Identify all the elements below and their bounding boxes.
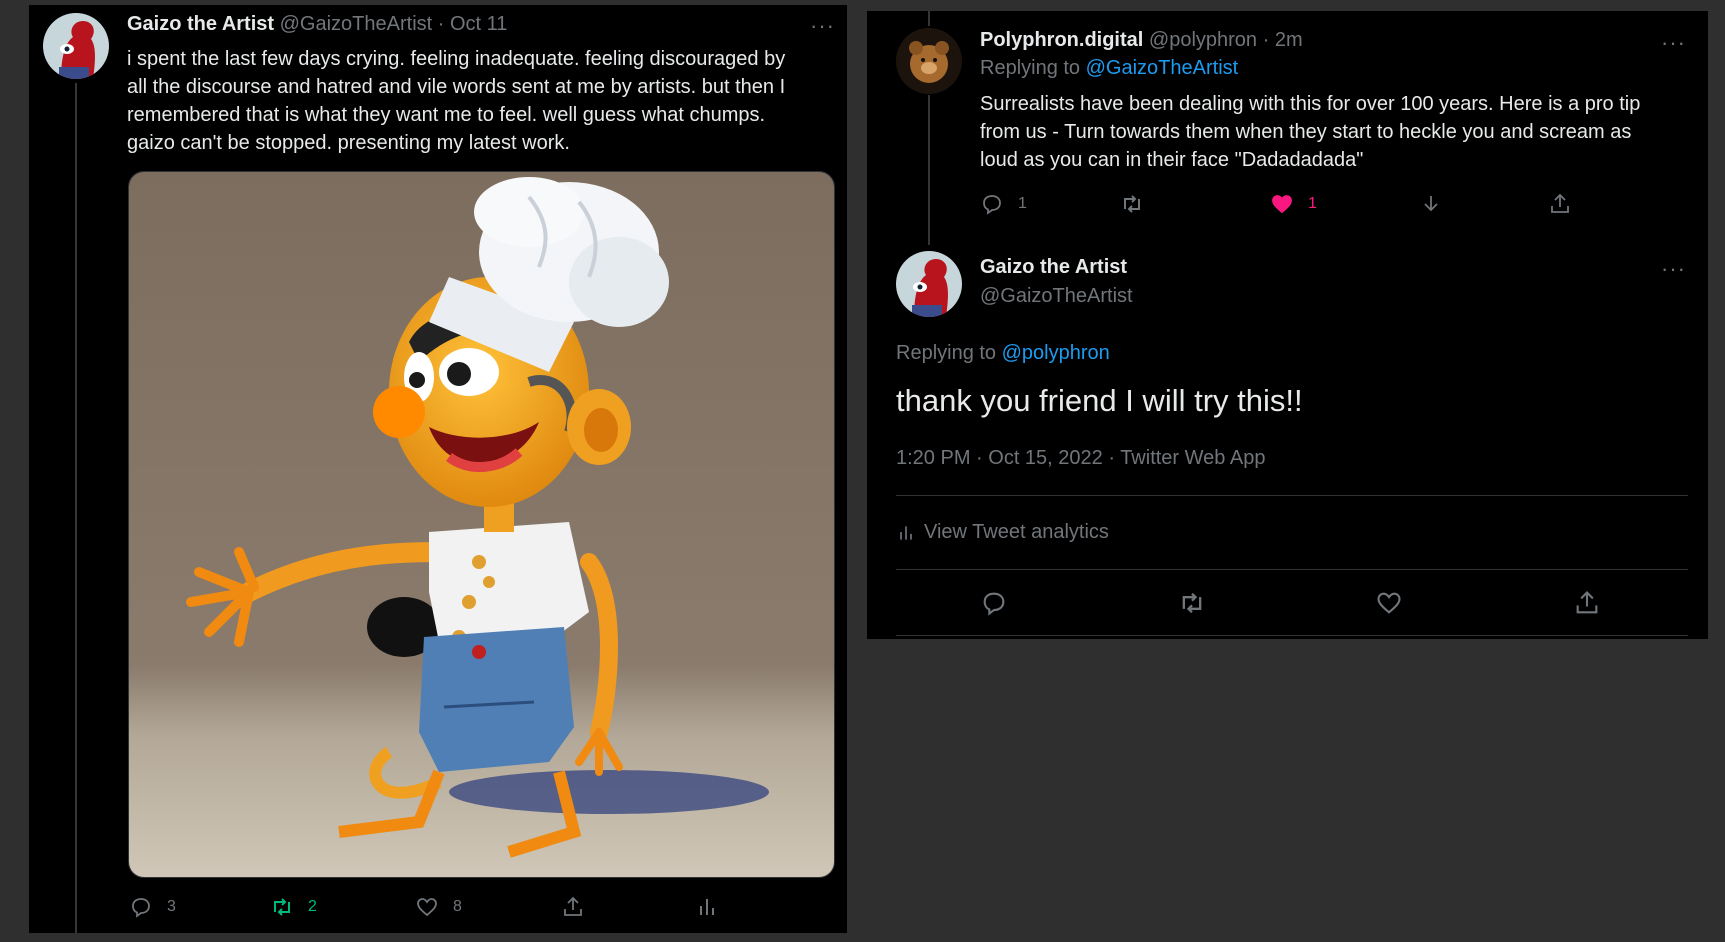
- share-icon: [1551, 193, 1569, 213]
- share-button[interactable]: [561, 895, 585, 919]
- reply-button[interactable]: 3: [129, 895, 176, 919]
- tweet-time[interactable]: · Oct 11: [438, 13, 508, 35]
- tweet-header: Polyphron.digital @polyphron · 2m: [980, 29, 1303, 52]
- author-handle-line: @GaizoTheArtist: [980, 285, 1133, 308]
- reply-button[interactable]: [980, 589, 1008, 617]
- more-icon[interactable]: ···: [1661, 32, 1686, 54]
- share-button[interactable]: [1573, 589, 1601, 617]
- author-handle[interactable]: @GaizoTheArtist: [980, 285, 1133, 307]
- replying-to-link[interactable]: @polyphron: [1002, 342, 1110, 364]
- tweet-image[interactable]: [128, 171, 835, 878]
- replying-prefix: Replying to: [980, 57, 1081, 79]
- author-handle[interactable]: @GaizoTheArtist: [280, 13, 433, 35]
- retweet-count: 2: [308, 898, 317, 915]
- retweet-button[interactable]: [1120, 192, 1144, 216]
- heart-icon: [1272, 195, 1292, 214]
- tweet-timestamp: 1:20 PM · Oct 15, 2022 · Twitter Web App: [896, 447, 1265, 470]
- tweet-header: Gaizo the Artist @GaizoTheArtist · Oct 1…: [127, 13, 507, 36]
- timestamp-text[interactable]: 1:20 PM · Oct 15, 2022 · Twitter Web App: [896, 447, 1265, 469]
- author-name[interactable]: Polyphron.digital: [980, 29, 1143, 51]
- like-button[interactable]: 8: [415, 895, 462, 919]
- avatar[interactable]: [43, 13, 109, 79]
- tweet-text: i spent the last few days crying. feelin…: [127, 45, 837, 157]
- right-thread-panel: Polyphron.digital @polyphron · 2m ··· Re…: [867, 11, 1708, 639]
- tweet-text-line: i spent the last few days crying. feelin…: [127, 48, 786, 70]
- share-icon: [564, 896, 582, 916]
- tweet-text-line: remembered that is what they want me to …: [127, 104, 766, 126]
- divider: [896, 569, 1688, 570]
- more-icon[interactable]: ···: [810, 15, 835, 37]
- reply-count: 3: [167, 898, 176, 915]
- tweet-text-line: from us - Turn towards them when they st…: [980, 121, 1632, 143]
- tweet-text-line: all the discourse and hatred and vile wo…: [127, 76, 786, 98]
- author-name[interactable]: Gaizo the Artist: [980, 256, 1127, 278]
- like-count: 8: [453, 898, 462, 915]
- analytics-button[interactable]: [695, 895, 719, 919]
- heart-icon: [1377, 592, 1401, 614]
- like-count: 1: [1308, 195, 1317, 212]
- thread-line: [928, 95, 930, 245]
- replying-to: Replying to @polyphron: [896, 342, 1110, 365]
- like-button[interactable]: 1: [1270, 192, 1317, 216]
- left-tweet-panel: Gaizo the Artist @GaizoTheArtist · Oct 1…: [29, 5, 847, 933]
- share-button[interactable]: [1548, 192, 1572, 216]
- reply-count: 1: [1018, 195, 1027, 212]
- download-button[interactable]: [1419, 192, 1443, 216]
- tweet-text-line: loud as you can in their face "Dadadadad…: [980, 149, 1364, 171]
- author-name[interactable]: Gaizo the Artist: [127, 13, 274, 35]
- more-icon[interactable]: ···: [1661, 258, 1686, 280]
- analytics-icon: [700, 899, 714, 915]
- replying-to: Replying to @GaizoTheArtist: [980, 57, 1238, 80]
- tweet-text: Surrealists have been dealing with this …: [980, 90, 1700, 174]
- divider: [896, 635, 1688, 636]
- retweet-button[interactable]: [1178, 589, 1206, 617]
- reply-icon: [983, 592, 1005, 616]
- author-name-line: Gaizo the Artist: [980, 256, 1127, 279]
- retweet-icon: [274, 898, 290, 916]
- analytics-icon: [900, 525, 912, 540]
- reply-button[interactable]: 1: [980, 192, 1027, 216]
- share-icon: [1576, 591, 1598, 614]
- reply-icon: [132, 898, 150, 918]
- like-button[interactable]: [1375, 589, 1403, 617]
- tweet-text-line: Surrealists have been dealing with this …: [980, 93, 1641, 115]
- download-icon: [1424, 196, 1438, 212]
- tweet-text-line: gaizo can't be stopped. presenting my la…: [127, 132, 570, 154]
- divider: [896, 495, 1688, 496]
- author-handle[interactable]: @polyphron: [1149, 29, 1257, 51]
- avatar[interactable]: [896, 28, 962, 94]
- avatar[interactable]: [896, 251, 962, 317]
- view-analytics-link[interactable]: View Tweet analytics: [896, 521, 1109, 544]
- retweet-icon: [1182, 592, 1202, 614]
- thread-line-top: [928, 11, 930, 26]
- retweet-button[interactable]: 2: [270, 895, 317, 919]
- reply-icon: [983, 195, 1001, 215]
- thread-line: [75, 83, 77, 933]
- heart-icon: [417, 898, 437, 917]
- replying-prefix: Replying to: [896, 342, 997, 364]
- replying-to-link[interactable]: @GaizoTheArtist: [1086, 57, 1239, 79]
- analytics-label: View Tweet analytics: [924, 521, 1109, 543]
- retweet-icon: [1124, 195, 1140, 213]
- tweet-time[interactable]: · 2m: [1263, 29, 1303, 51]
- focused-tweet-text: thank you friend I will try this!!: [896, 383, 1303, 418]
